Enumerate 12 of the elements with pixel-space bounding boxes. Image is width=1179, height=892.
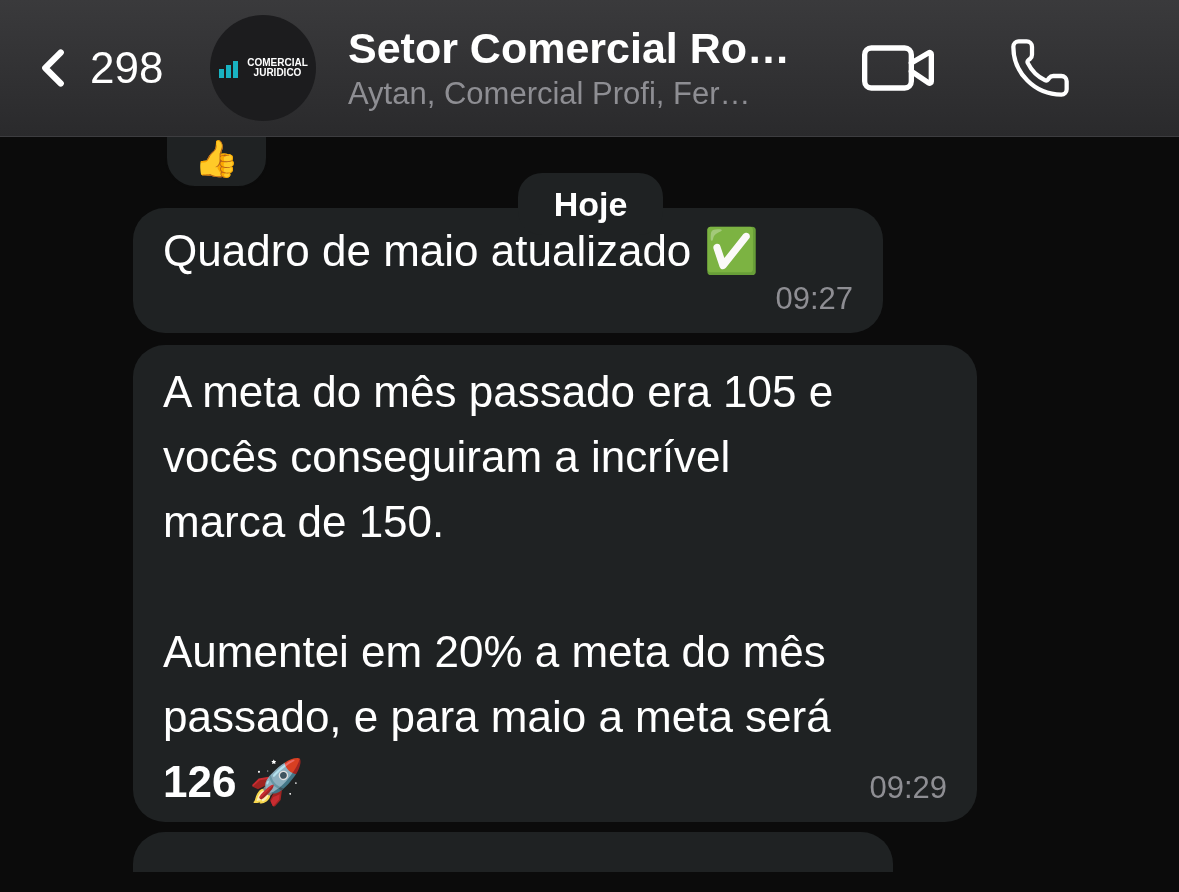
unread-count[interactable]: 298 bbox=[90, 43, 210, 93]
date-chip: Hoje bbox=[518, 173, 663, 235]
group-avatar[interactable]: COMERCIAL JURIDICO bbox=[210, 15, 316, 121]
message-text: A meta do mês passado era 105 e vocês conseguiram a incrível marca de 150. Aumentei em 20% a meta do mês passado, e para maio a meta será 126 🚀 bbox=[163, 366, 834, 809]
chat-title[interactable]: Setor Comercial Ro… bbox=[348, 22, 838, 74]
reaction-emoji[interactable]: 👍 bbox=[165, 137, 268, 188]
message-time: 09:27 bbox=[775, 281, 853, 317]
chat-members: Aytan, Comercial Profi, Fer… bbox=[348, 75, 752, 113]
message-time: 09:29 bbox=[869, 770, 947, 806]
phone-icon[interactable] bbox=[1008, 36, 1072, 100]
logo-text: COMERCIAL bbox=[247, 58, 308, 68]
logo-text: JURIDICO bbox=[253, 68, 302, 78]
